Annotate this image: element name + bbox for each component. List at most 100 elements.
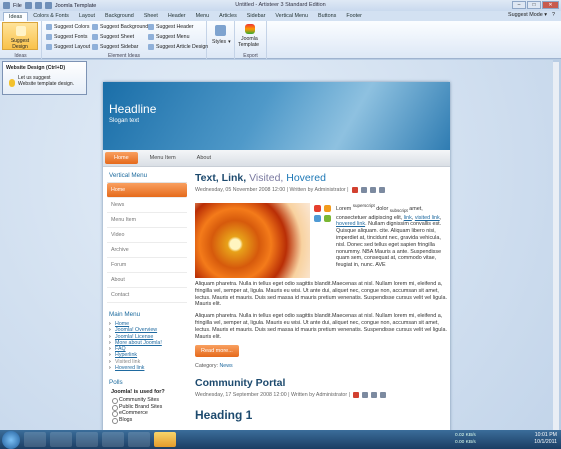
minimize-button[interactable]: – <box>512 1 526 9</box>
background-icon <box>92 24 98 30</box>
design-canvas[interactable]: Headline Slogan text Home Menu Item Abou… <box>0 60 553 430</box>
export-group: Joomla Template Export <box>235 21 267 59</box>
tab-colors-fonts[interactable]: Colors & Fonts <box>28 12 74 21</box>
ideas-group: Suggest Design Ideas <box>0 21 42 59</box>
article-icon <box>148 44 154 50</box>
title-hovered: Hovered <box>286 172 326 184</box>
suggest-sidebar-label: Suggest Sidebar <box>100 44 139 50</box>
joomla-export-icon[interactable] <box>245 24 255 34</box>
read-more-button[interactable]: Read more... <box>195 345 239 358</box>
tab-articles[interactable]: Articles <box>214 12 242 21</box>
suggest-layout-button[interactable]: Suggest Layout <box>46 44 90 50</box>
suggest-menu-button[interactable]: Suggest Menu <box>148 34 189 40</box>
help-button[interactable]: ? <box>552 12 555 18</box>
tab-sidebar[interactable]: Sidebar <box>242 12 271 21</box>
ideas-group-label: Ideas <box>14 53 27 59</box>
tab-ideas[interactable]: Ideas <box>3 12 29 21</box>
photoshop-taskbar-icon[interactable] <box>128 432 150 447</box>
tab-footer[interactable]: Footer <box>341 12 367 21</box>
nav-home[interactable]: Home <box>105 152 138 164</box>
pdf-icon[interactable] <box>352 392 359 399</box>
system-clock[interactable]: 10:01 PM 10/1/2011 <box>534 432 557 446</box>
pdf-icon[interactable] <box>351 187 358 193</box>
poll: Joomla! is used for? Community Sites Pub… <box>107 389 187 424</box>
email-icon[interactable] <box>370 392 377 399</box>
firefox-taskbar-icon[interactable] <box>102 432 124 447</box>
suggest-background-button[interactable]: Suggest Background <box>92 24 148 30</box>
maximize-button[interactable]: □ <box>527 1 541 9</box>
vmenu-about[interactable]: About <box>107 273 187 288</box>
vmenu-forum[interactable]: Forum <box>107 258 187 273</box>
vmenu-news[interactable]: News <box>107 198 187 213</box>
tooltip-text-2: Website template design. <box>18 81 75 87</box>
site-nav: Home Menu Item About <box>103 150 450 167</box>
net-download: 0.00 KB/s <box>455 440 476 445</box>
nav-about[interactable]: About <box>188 152 220 164</box>
sheet-icon <box>92 34 98 40</box>
suggest-mode-button[interactable]: Suggest Mode ▾ <box>508 12 547 18</box>
close-button[interactable]: ✕ <box>542 1 559 9</box>
print-icon[interactable] <box>361 392 368 399</box>
tab-layout[interactable]: Layout <box>74 12 100 21</box>
suggest-sheet-button[interactable]: Suggest Sheet <box>92 34 134 40</box>
start-button[interactable] <box>2 430 20 449</box>
suggest-header-button[interactable]: Suggest Header <box>148 24 194 30</box>
vmenu-home[interactable]: Home <box>107 183 187 198</box>
vmenu-menu-item[interactable]: Menu Item <box>107 213 187 228</box>
tab-header[interactable]: Header <box>163 12 191 21</box>
polls-title: Polls <box>109 379 123 387</box>
clock-date: 10/1/2011 <box>534 439 557 445</box>
media-player-taskbar-icon[interactable] <box>76 432 98 447</box>
title-visited: Visited, <box>249 172 287 184</box>
article-title[interactable]: Text, Link, Visited, Hovered <box>195 172 447 184</box>
styles-icon[interactable] <box>215 25 226 36</box>
sample-link[interactable]: link <box>404 215 412 221</box>
template-export-label[interactable]: Template <box>238 42 259 48</box>
vmenu-contact[interactable]: Contact <box>107 288 187 303</box>
suggest-article-design-button[interactable]: Suggest Article Design <box>148 44 208 50</box>
tab-background[interactable]: Background <box>100 12 139 21</box>
visited-link[interactable]: visited link <box>415 215 440 221</box>
vmenu-archive[interactable]: Archive <box>107 243 187 258</box>
title-text: Text, <box>195 172 222 184</box>
tab-vertical-menu[interactable]: Vertical Menu <box>270 12 313 21</box>
suggest-menu-label: Suggest Menu <box>156 34 190 40</box>
explorer-taskbar-icon[interactable] <box>50 432 72 447</box>
suggest-fonts-button[interactable]: Suggest Fonts <box>46 34 87 40</box>
nav-menu-item[interactable]: Menu Item <box>141 152 185 164</box>
article-title[interactable]: Community Portal <box>195 377 447 389</box>
text-run: Lorem <box>336 205 353 212</box>
ie-taskbar-icon[interactable] <box>24 432 46 447</box>
article-image <box>195 203 310 278</box>
window-title: Untitled - Artisteer 3 Standard Edition <box>235 2 326 8</box>
ribbon-tabs: Ideas Colors & Fonts Layout Background S… <box>0 11 561 21</box>
network-meter: 0.02 KB/s 0.00 KB/s <box>455 432 476 446</box>
hovered-link[interactable]: hovered link <box>336 221 365 227</box>
title-link: Link, <box>221 172 250 184</box>
category-link[interactable]: News <box>219 363 232 369</box>
mmenu-hovered[interactable]: Hovered link <box>107 365 187 372</box>
website-preview: Headline Slogan text Home Menu Item Abou… <box>103 82 450 430</box>
article-meta: Wednesday, 17 September 2008 12:00 | Wri… <box>195 392 447 399</box>
tab-sheet[interactable]: Sheet <box>139 12 163 21</box>
email-icon[interactable] <box>369 187 376 193</box>
suggest-design-button[interactable]: Suggest Design <box>2 22 38 50</box>
edit-icon[interactable] <box>379 392 386 399</box>
vmenu-video[interactable]: Video <box>107 228 187 243</box>
suggest-article-design-label: Suggest Article Design <box>156 44 209 50</box>
joomla-logo-icon <box>314 205 332 223</box>
print-icon[interactable] <box>360 187 367 193</box>
poll-question: Joomla! is used for? <box>111 389 165 396</box>
styles-button[interactable]: Styles ▾ <box>212 39 231 45</box>
poll-option[interactable]: Blogs <box>107 417 187 424</box>
suggest-colors-button[interactable]: Suggest Colors <box>46 24 89 30</box>
edit-icon[interactable] <box>378 187 385 193</box>
vertical-scrollbar[interactable] <box>553 62 559 430</box>
suggest-sidebar-button[interactable]: Suggest Sidebar <box>92 44 138 50</box>
tab-buttons[interactable]: Buttons <box>313 12 341 21</box>
suggest-colors-label: Suggest Colors <box>54 24 90 30</box>
artisteer-taskbar-icon[interactable] <box>154 432 176 447</box>
site-headline[interactable]: Headline <box>109 102 444 116</box>
site-slogan[interactable]: Slogan text <box>109 118 444 124</box>
tab-menu[interactable]: Menu <box>191 12 215 21</box>
